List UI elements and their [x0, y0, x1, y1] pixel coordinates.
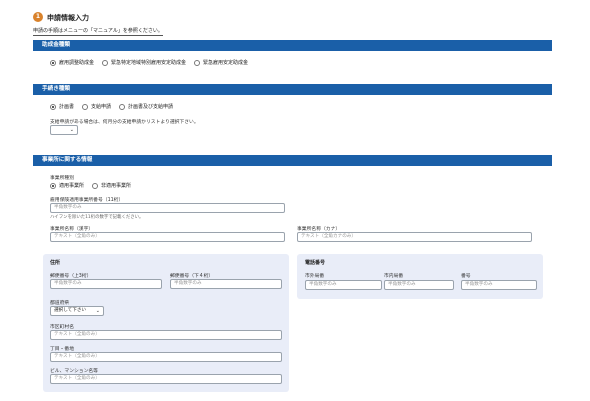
chevron-down-icon: ⌄	[69, 127, 74, 133]
manual-note: 申請の手順はメニューの「マニュアル」を参照ください。	[33, 28, 163, 36]
address-heading: 住所	[50, 260, 61, 266]
radio-procedure-plan-and-payment[interactable]	[119, 103, 126, 110]
radio-label: 計画書及び支給申請	[128, 104, 174, 110]
block-label: 丁目・番地	[50, 347, 74, 352]
radio-subsidy-emergency-stability[interactable]	[194, 59, 201, 66]
business-name-kanji-input[interactable]: テキスト（全角のみ）	[50, 232, 285, 242]
postal-upper-label: 郵便番号（上3桁）	[50, 274, 92, 279]
section-procedure-type: 手続き種類	[33, 84, 552, 95]
city-input[interactable]: テキスト（全角のみ）	[50, 330, 282, 340]
building-input[interactable]: テキスト（全角のみ）	[50, 374, 282, 384]
phone-panel	[297, 254, 543, 299]
radio-label: 緊急雇用安定助成金	[203, 60, 249, 66]
business-name-kanji-label: 事業所名称（漢字）	[50, 227, 94, 232]
block-input[interactable]: テキスト（全角のみ）	[50, 352, 282, 362]
radio-business-applicable[interactable]	[50, 182, 56, 189]
radio-label: 雇用調整助成金	[59, 60, 95, 66]
insurance-number-hint: ハイフンを除いた11桁の数字で記載ください。	[50, 215, 144, 220]
phone-heading: 電話番号	[305, 260, 326, 266]
radio-subsidy-special-region[interactable]	[102, 59, 109, 66]
prefecture-value: 選択して下さい	[54, 308, 87, 313]
local-code-input[interactable]: 半角数字のみ	[384, 280, 454, 290]
business-name-kana-label: 事業所名称（カナ）	[297, 227, 341, 232]
step-number-badge: 1	[33, 12, 43, 22]
phone-number-label: 番号	[461, 274, 471, 279]
radio-label: 支給申請	[91, 104, 112, 110]
city-label: 市区町村名	[50, 325, 74, 330]
business-type-label: 事業所種別	[50, 176, 74, 181]
radio-procedure-plan[interactable]	[50, 103, 56, 110]
page-title: 申請情報入力	[47, 14, 89, 22]
prefecture-select[interactable]: 選択して下さい ⌄	[50, 306, 104, 316]
insurance-number-label: 雇用保険適用事業所番号（11桁）	[50, 198, 124, 203]
subsidy-type-group: 雇用調整助成金 緊急特定地域特別雇用安定助成金 緊急雇用安定助成金	[50, 59, 256, 66]
postal-lower-label: 郵便番号（下４桁）	[170, 274, 214, 279]
radio-label: 適用事業所	[59, 183, 85, 189]
building-label: ビル、マンション名等	[50, 369, 98, 374]
business-name-kana-input[interactable]: テキスト（全角カナのみ）	[297, 232, 532, 242]
postal-lower-input[interactable]: 半角数字のみ	[170, 279, 282, 289]
payment-month-note: 支給申請がある場合は、何月分の支給申請かリストより選択下さい。	[50, 120, 199, 125]
area-code-input[interactable]: 半角数字のみ	[305, 280, 382, 290]
section-subsidy-type: 助成金種類	[33, 40, 552, 51]
business-type-group: 適用事業所 非適用事業所	[50, 182, 139, 189]
procedure-type-group: 計画書 支給申請 計画書及び支給申請	[50, 103, 181, 110]
radio-business-non-applicable[interactable]	[92, 182, 99, 189]
postal-upper-input[interactable]: 半角数字のみ	[50, 279, 162, 289]
local-code-label: 市内局番	[384, 274, 404, 279]
area-code-label: 市外局番	[305, 274, 325, 279]
prefecture-label: 都道府県	[50, 301, 70, 306]
radio-label: 非適用事業所	[101, 183, 132, 189]
radio-label: 緊急特定地域特別雇用安定助成金	[111, 60, 187, 66]
phone-number-input[interactable]: 半角数字のみ	[461, 280, 537, 290]
chevron-down-icon: ⌄	[95, 308, 100, 314]
radio-procedure-payment[interactable]	[82, 103, 89, 110]
section-business-info: 事業所に関する情報	[33, 155, 552, 166]
radio-label: 計画書	[59, 104, 75, 110]
radio-subsidy-employment-adjustment[interactable]	[50, 59, 56, 66]
payment-month-select[interactable]: ⌄	[50, 125, 78, 135]
insurance-number-input[interactable]: 半角数字のみ	[50, 203, 285, 213]
